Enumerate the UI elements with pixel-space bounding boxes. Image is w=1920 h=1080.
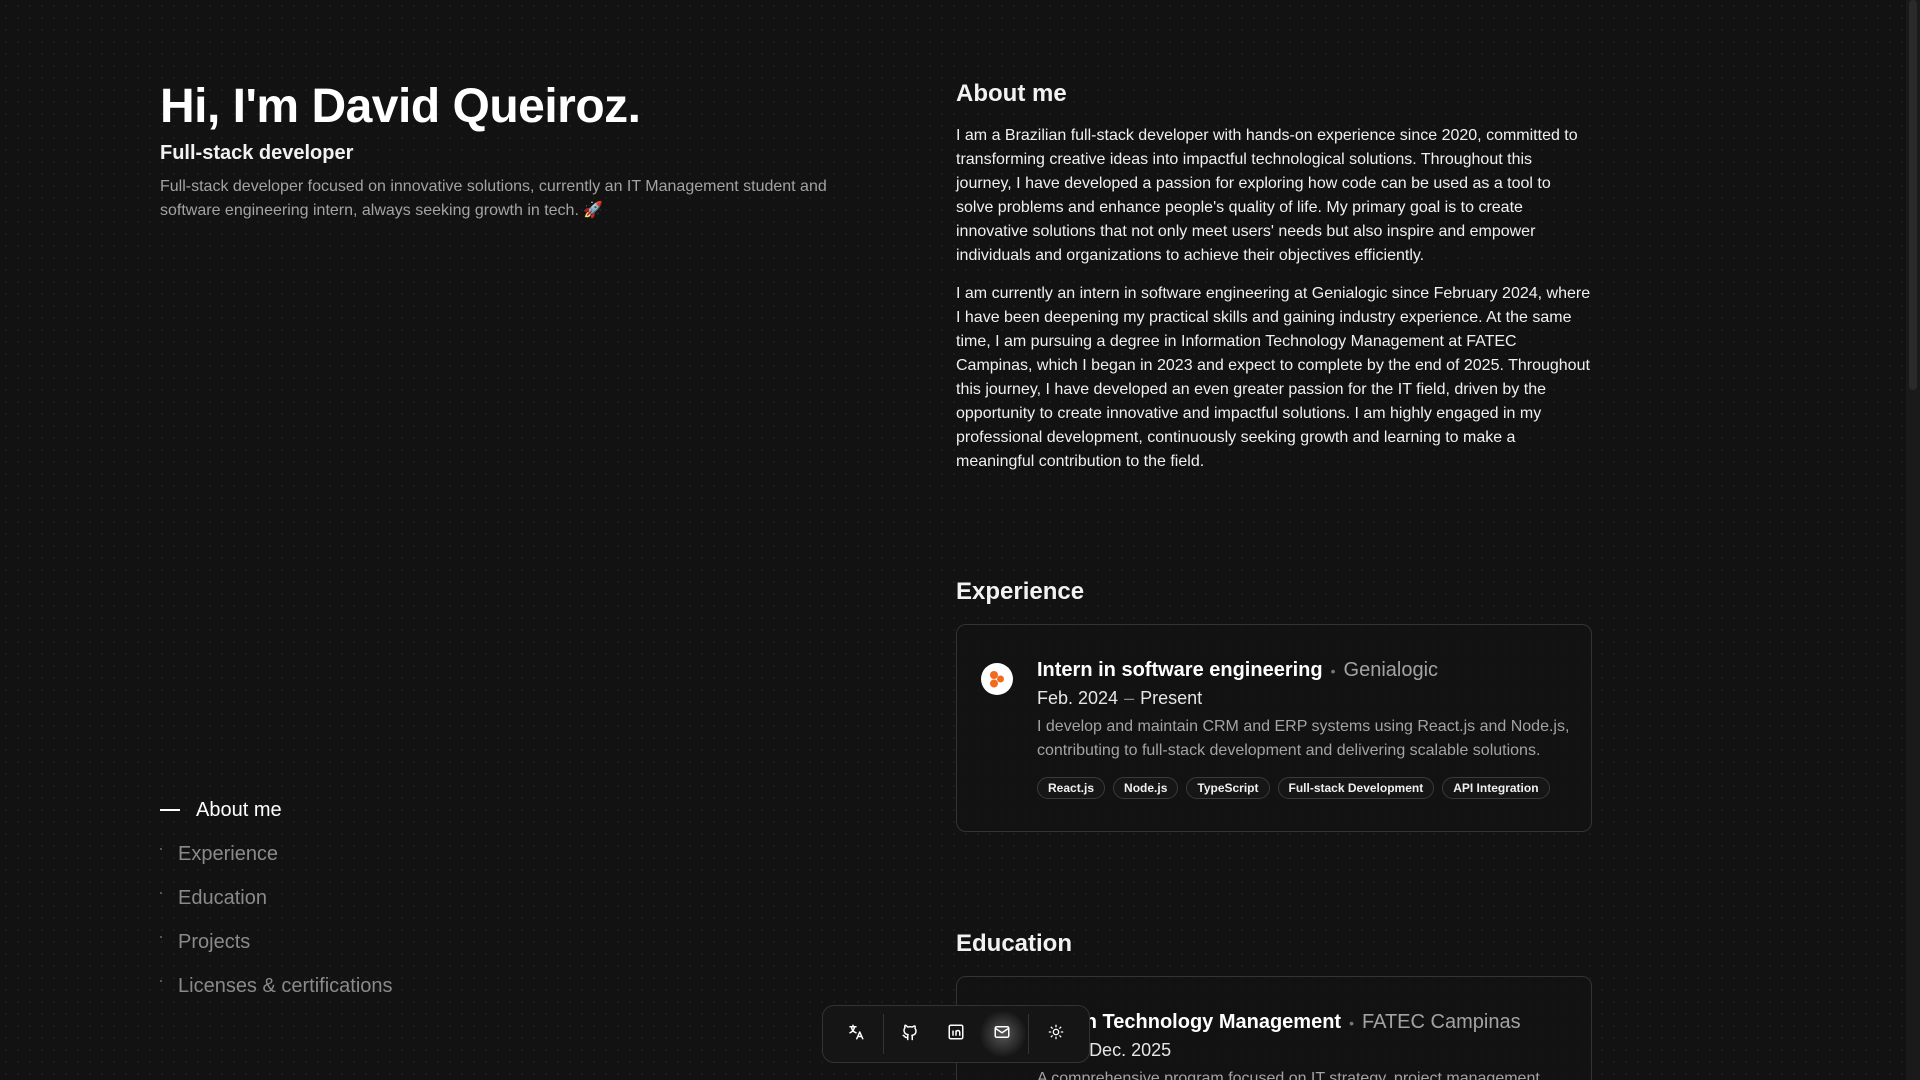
theme-toggle-button[interactable] bbox=[1033, 1014, 1079, 1054]
job-description: I develop and maintain CRM and ERP syste… bbox=[1037, 718, 1570, 759]
job-title: Intern in software engineering bbox=[1037, 659, 1323, 681]
start-date: Feb. 2024 bbox=[1037, 688, 1119, 708]
experience-title: Experience bbox=[956, 578, 1085, 605]
tag: TypeScript bbox=[1186, 777, 1270, 799]
nav-item-label: Projects bbox=[178, 930, 251, 953]
job-dates: Feb. 2024– Present bbox=[1037, 688, 1571, 709]
section-nav: About me Experience Education Projects L… bbox=[160, 788, 393, 1008]
nav-item-projects[interactable]: Projects bbox=[160, 920, 393, 964]
nav-item-experience[interactable]: Experience bbox=[160, 832, 393, 876]
mail-button[interactable] bbox=[978, 1010, 1027, 1058]
experience-card[interactable]: Intern in software engineering • Genialo… bbox=[956, 624, 1592, 832]
education-dates: 023–Dec. 2025 bbox=[1037, 1040, 1571, 1061]
tag: API Integration bbox=[1442, 777, 1550, 799]
separator-dot: • bbox=[1349, 1014, 1354, 1031]
nav-item-label: Experience bbox=[178, 842, 279, 865]
bullet-dot bbox=[160, 848, 162, 850]
nav-item-label: Licenses & certifications bbox=[178, 974, 393, 997]
bullet-dot bbox=[160, 936, 162, 938]
school-name: FATEC Campinas bbox=[1362, 1011, 1521, 1033]
github-icon bbox=[901, 1023, 919, 1046]
company-name: Genialogic bbox=[1343, 659, 1439, 681]
end-date: Dec. 2025 bbox=[1089, 1040, 1172, 1060]
genialogic-logo-icon bbox=[981, 663, 1013, 695]
nav-item-about[interactable]: About me bbox=[160, 788, 393, 832]
hero-description: Full-stack developer focused on innovati… bbox=[160, 178, 827, 219]
sun-icon bbox=[1048, 1024, 1064, 1045]
tag-list: React.js Node.js TypeScript Full-stack D… bbox=[1037, 777, 1571, 799]
linkedin-button[interactable] bbox=[933, 1014, 979, 1054]
nav-item-licenses[interactable]: Licenses & certifications bbox=[160, 964, 393, 1008]
github-button[interactable] bbox=[888, 1014, 934, 1054]
hero-title: Hi, I'm David Queiroz. bbox=[160, 80, 641, 133]
about-paragraph: I am a Brazilian full-stack developer wi… bbox=[956, 127, 1578, 264]
dock-divider bbox=[1028, 1014, 1030, 1054]
about-section: About me I am a Brazilian full-stack dev… bbox=[956, 80, 1592, 474]
tag: React.js bbox=[1037, 777, 1106, 799]
tag: Full-stack Development bbox=[1277, 777, 1435, 799]
about-paragraph: I am currently an intern in software eng… bbox=[956, 285, 1591, 470]
hero-role: Full-stack developer bbox=[160, 142, 354, 164]
nav-item-label: Education bbox=[178, 886, 267, 909]
nav-item-label: About me bbox=[196, 798, 282, 821]
bullet-dot bbox=[160, 980, 162, 982]
dock-divider bbox=[882, 1014, 884, 1054]
hero: Hi, I'm David Queiroz. Full-stack develo… bbox=[160, 78, 840, 223]
date-dash: – bbox=[1124, 688, 1135, 708]
active-indicator bbox=[160, 809, 180, 811]
end-date: Present bbox=[1140, 688, 1203, 708]
tag: Node.js bbox=[1113, 777, 1179, 799]
separator-dot: • bbox=[1330, 662, 1336, 679]
education-title: Education bbox=[956, 930, 1073, 957]
page-scrollbar[interactable] bbox=[1906, 0, 1920, 1080]
about-title: About me bbox=[956, 80, 1067, 107]
translate-button[interactable] bbox=[833, 1014, 879, 1054]
education-description: A comprehensive program focused on IT st… bbox=[1037, 1070, 1540, 1080]
nav-item-education[interactable]: Education bbox=[160, 876, 393, 920]
bullet-dot bbox=[160, 892, 162, 894]
floating-dock bbox=[822, 1005, 1090, 1063]
translate-icon bbox=[847, 1023, 865, 1046]
mail-icon bbox=[993, 1023, 1011, 1046]
scrollbar-thumb[interactable] bbox=[1909, 0, 1917, 390]
linkedin-icon bbox=[947, 1023, 965, 1046]
